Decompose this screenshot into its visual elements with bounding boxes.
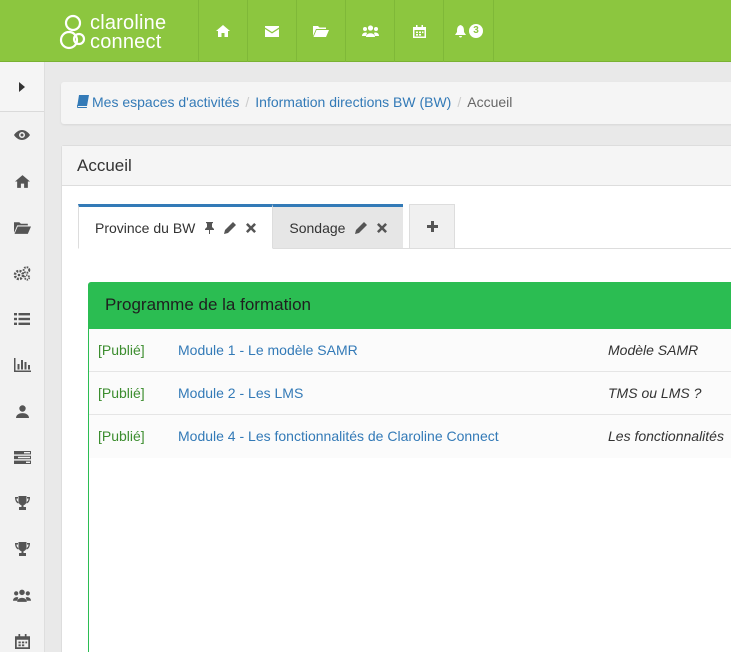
status-label: [Publié] [98,428,145,444]
module-link[interactable]: Module 1 - Le modèle SAMR [178,342,358,358]
bell-icon [455,24,466,37]
cogs-icon [13,265,31,281]
users-icon [13,589,31,602]
topnav-agenda[interactable] [394,0,443,62]
breadcrumb-separator: / [457,94,462,110]
caret-right-icon [19,81,25,92]
book-icon [76,95,89,108]
sidebar-item-users[interactable] [0,572,44,618]
add-tab-button[interactable] [409,204,456,249]
tab-sondage[interactable]: Sondage [273,204,404,249]
user-icon [15,404,29,418]
close-icon[interactable] [377,222,388,233]
sidebar-item-tasks[interactable] [0,434,44,480]
home-icon [216,25,230,37]
claroline-logo[interactable]: claroline connect [58,12,188,54]
training-program-widget: Programme de la formation [Publié] Modul… [88,282,731,652]
sidebar-item-parameters[interactable] [0,250,44,296]
topnav-messages[interactable] [247,0,296,62]
sidebar-item-view[interactable] [0,112,44,158]
list-item: [Publié] Module 4 - Les fonctionnalités … [89,415,731,458]
list-item: [Publié] Module 1 - Le modèle SAMR Modèl… [89,329,731,372]
plus-icon [426,221,438,232]
calendar-icon [412,24,426,38]
module-link[interactable]: Module 4 - Les fonctionnalités de Clarol… [178,428,499,444]
sidebar-item-agenda[interactable] [0,618,44,652]
sidebar-item-list[interactable] [0,296,44,342]
trophy-icon [14,542,30,556]
topnav-home[interactable] [198,0,247,62]
status-label: [Publié] [98,385,145,401]
tab-label: Sondage [289,219,346,236]
tab-label: Province du BW [95,219,196,236]
home-panel: Accueil Province du BW Sondage Programme… [61,145,731,652]
envelope-icon [265,25,279,37]
home-icon [14,174,30,188]
top-navbar: claroline connect 3 [0,0,731,62]
folder-open-icon [13,221,31,234]
pin-icon[interactable] [205,221,215,234]
calendar-icon [14,633,30,649]
eye-icon [14,130,30,140]
module-description: Modèle SAMR [608,342,699,358]
sidebar-item-user[interactable] [0,388,44,434]
topnav-resources[interactable] [296,0,345,62]
users-icon [361,25,379,37]
sidebar-item-badges[interactable] [0,480,44,526]
logo-mark-icon [58,13,88,53]
panel-title: Accueil [62,146,731,186]
sidebar-item-analytics[interactable] [0,342,44,388]
pencil-icon[interactable] [355,221,368,234]
tab-province-du-bw[interactable]: Province du BW [78,204,274,249]
topnav-communities[interactable] [345,0,394,62]
list-icon [14,313,30,325]
widget-title: Programme de la formation [89,283,731,329]
left-sidebar [0,62,45,652]
breadcrumb-separator: / [245,94,250,110]
bar-chart-icon [13,358,31,372]
logo-line2: connect [90,31,162,53]
sidebar-item-home[interactable] [0,158,44,204]
sidebar-item-competences[interactable] [0,526,44,572]
pencil-icon[interactable] [224,221,237,234]
close-icon[interactable] [246,222,257,233]
breadcrumb: Mes espaces d'activités / Information dire… [61,82,731,124]
breadcrumb-link-workspaces[interactable]: Mes espaces d'activités [92,94,239,110]
module-link[interactable]: Module 2 - Les LMS [178,385,303,401]
logo-text: claroline connect [90,13,166,53]
breadcrumb-current: Accueil [467,94,513,110]
folder-open-icon [313,26,329,37]
trophy-icon [14,496,30,510]
module-description: TMS ou LMS ? [608,385,702,401]
list-item: [Publié] Module 2 - Les LMS TMS ou LMS ? [89,372,731,415]
sidebar-toggle-button[interactable] [0,62,44,112]
breadcrumb-link-workspace[interactable]: Information directions BW (BW) [255,94,451,110]
notification-count-badge: 3 [469,24,483,38]
topnav-notifications[interactable]: 3 [443,0,494,62]
module-description: Les fonctionnalités [608,428,724,444]
sidebar-item-resources[interactable] [0,204,44,250]
status-label: [Publié] [98,342,145,358]
tasks-icon [13,450,31,464]
home-tabs: Province du BW Sondage [78,204,731,249]
top-nav: 3 [198,0,494,62]
